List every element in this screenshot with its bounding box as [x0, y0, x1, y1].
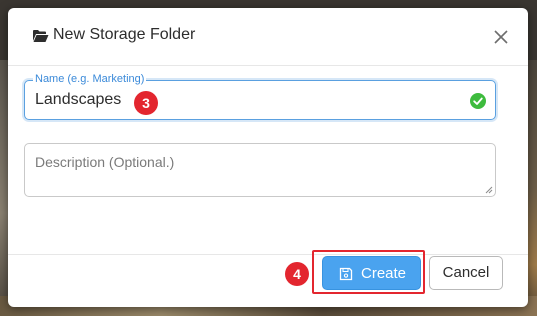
step-marker-4: 4: [285, 262, 309, 286]
close-icon[interactable]: [494, 30, 508, 44]
description-field[interactable]: Description (Optional.): [24, 143, 496, 197]
cancel-button[interactable]: Cancel: [429, 256, 503, 290]
name-input-value[interactable]: Landscapes: [35, 91, 121, 109]
step-marker-3: 3: [134, 91, 158, 115]
save-icon: [339, 267, 353, 281]
check-circle-icon: [470, 93, 486, 109]
description-placeholder: Description (Optional.): [35, 154, 175, 170]
create-button-label: Create: [361, 265, 407, 282]
dialog-header: New Storage Folder: [8, 8, 528, 66]
name-field-label: Name (e.g. Marketing): [33, 73, 147, 85]
folder-open-icon: [33, 30, 49, 42]
create-button[interactable]: Create: [322, 256, 421, 290]
dialog-title: New Storage Folder: [53, 26, 196, 43]
resize-grip-icon[interactable]: [485, 186, 493, 194]
name-field[interactable]: Name (e.g. Marketing) Landscapes: [24, 73, 496, 120]
